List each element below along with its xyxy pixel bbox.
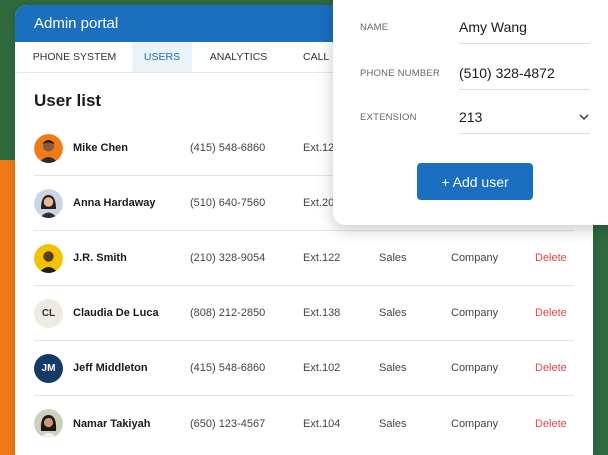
delete-button[interactable]: Delete bbox=[535, 307, 567, 319]
phone-field: PHONE NUMBER (510) 328-4872 bbox=[360, 56, 590, 90]
user-phone: (415) 548-6860 bbox=[190, 142, 266, 154]
delete-button[interactable]: Delete bbox=[535, 418, 567, 430]
extension-select[interactable]: 213 bbox=[459, 100, 590, 134]
user-department: Sales bbox=[379, 307, 407, 319]
extension-field: EXTENSION 213 bbox=[360, 100, 590, 134]
user-name: Anna Hardaway bbox=[73, 197, 156, 209]
delete-button[interactable]: Delete bbox=[535, 362, 567, 374]
table-row[interactable]: CL Claudia De Luca (808) 212-2850 Ext.13… bbox=[34, 286, 574, 341]
table-row[interactable]: JM Jeff Middleton (415) 548-6860 Ext.102… bbox=[34, 341, 574, 396]
user-list-title: User list bbox=[34, 91, 102, 110]
avatar: JM bbox=[34, 353, 63, 383]
user-phone: (650) 123-4567 bbox=[190, 417, 266, 430]
user-extension: Ext.122 bbox=[303, 252, 341, 264]
tab-analytics[interactable]: ANALYTICS bbox=[192, 42, 285, 72]
user-phone: (510) 640-7560 bbox=[190, 197, 266, 209]
user-name: Claudia De Luca bbox=[73, 307, 159, 319]
user-phone: (415) 548-6860 bbox=[190, 362, 266, 374]
user-name: J.R. Smith bbox=[73, 252, 127, 264]
user-scope: Company bbox=[451, 362, 499, 374]
name-field: NAME Amy Wang bbox=[360, 10, 590, 44]
phone-label: PHONE NUMBER bbox=[360, 67, 440, 79]
user-extension: Ext.104 bbox=[303, 417, 341, 430]
user-name: Namar Takiyah bbox=[73, 417, 151, 430]
phone-input[interactable]: (510) 328-4872 bbox=[459, 56, 590, 90]
avatar: CL bbox=[34, 298, 63, 328]
name-input[interactable]: Amy Wang bbox=[459, 10, 590, 44]
portal-title: Admin portal bbox=[34, 15, 119, 32]
extension-label: EXTENSION bbox=[360, 111, 417, 123]
user-scope: Company bbox=[451, 252, 499, 264]
name-value: Amy Wang bbox=[459, 18, 527, 35]
user-name: Jeff Middleton bbox=[73, 362, 148, 374]
user-phone: (210) 328-9054 bbox=[190, 252, 266, 264]
user-phone: (808) 212-2850 bbox=[190, 307, 266, 319]
user-department: Sales bbox=[379, 417, 407, 430]
avatar bbox=[34, 243, 63, 273]
user-scope: Company bbox=[451, 307, 499, 319]
phone-value: (510) 328-4872 bbox=[459, 64, 555, 81]
add-user-button[interactable]: + Add user bbox=[417, 163, 533, 200]
table-row[interactable]: Namar Takiyah (650) 123-4567 Ext.104 Sal… bbox=[34, 396, 574, 451]
user-name: Mike Chen bbox=[73, 142, 129, 154]
tab-users[interactable]: USERS bbox=[132, 42, 192, 72]
avatar bbox=[34, 133, 63, 163]
user-scope: Company bbox=[451, 417, 499, 430]
avatar bbox=[34, 409, 63, 438]
delete-button[interactable]: Delete bbox=[535, 252, 567, 264]
user-department: Sales bbox=[379, 252, 407, 264]
extension-value: 213 bbox=[459, 108, 483, 125]
table-row[interactable]: J.R. Smith (210) 328-9054 Ext.122 Sales … bbox=[34, 231, 574, 286]
user-extension: Ext.138 bbox=[303, 307, 341, 319]
avatar bbox=[34, 188, 63, 218]
tab-phone-system[interactable]: PHONE SYSTEM bbox=[15, 42, 132, 72]
name-label: NAME bbox=[360, 21, 389, 33]
chevron-down-icon bbox=[579, 114, 589, 120]
add-user-form: NAME Amy Wang PHONE NUMBER (510) 328-487… bbox=[333, 0, 608, 225]
user-department: Sales bbox=[379, 362, 407, 374]
user-extension: Ext.102 bbox=[303, 362, 341, 374]
